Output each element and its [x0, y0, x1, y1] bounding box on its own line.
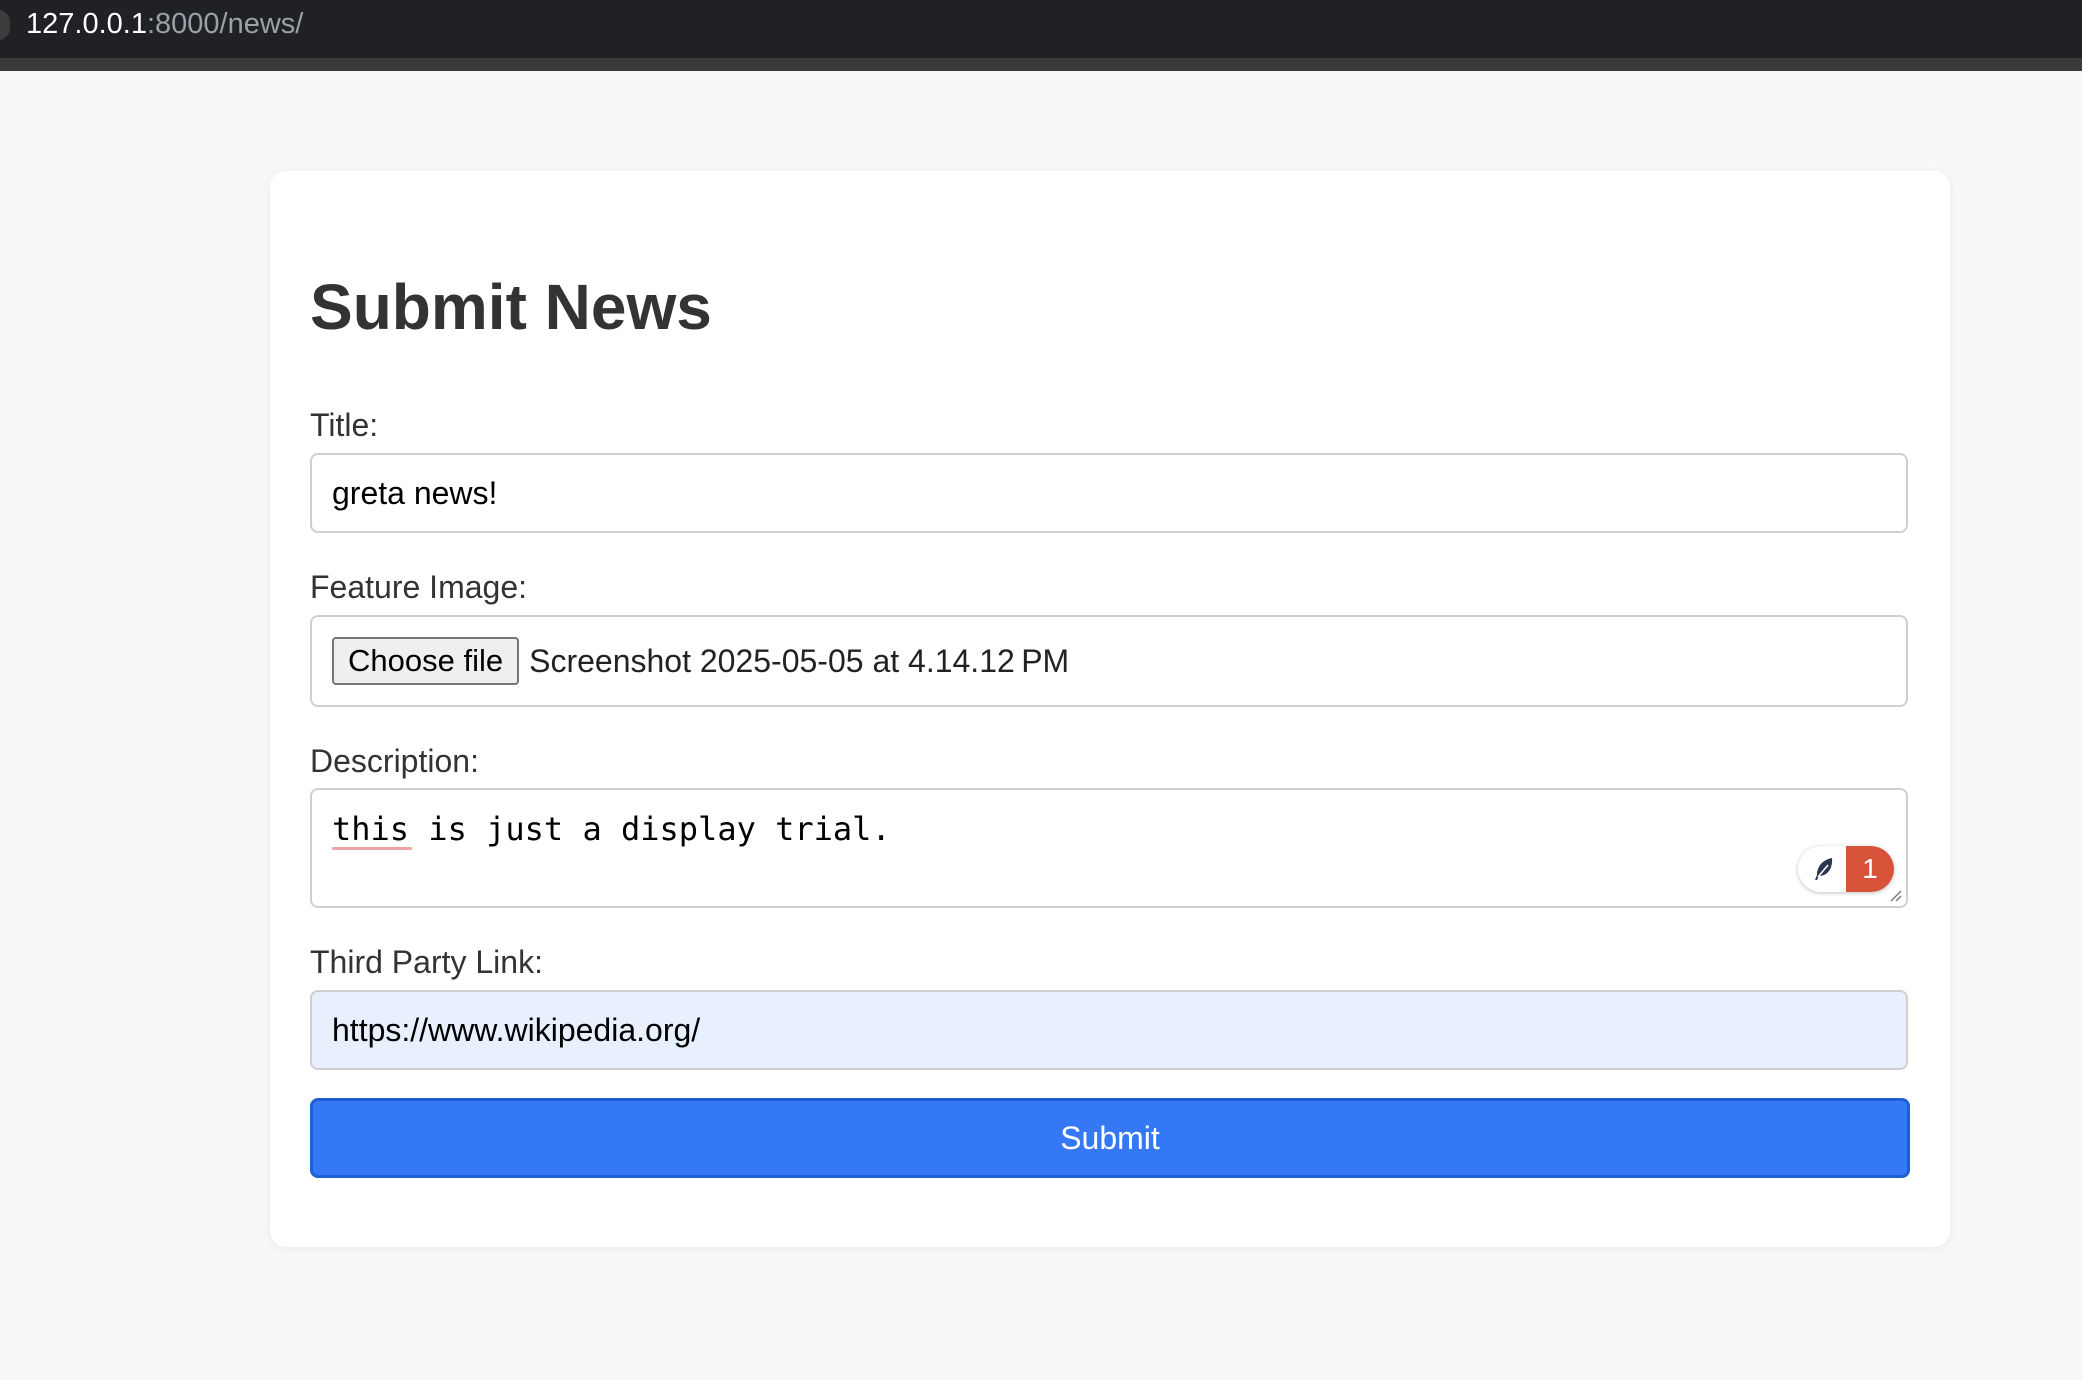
- description-label: Description:: [310, 743, 479, 779]
- url-host: 127.0.0.1: [26, 8, 147, 40]
- third-party-link-input[interactable]: [310, 990, 1908, 1070]
- feather-icon: [1815, 858, 1833, 880]
- browser-toolbar: 127.0.0.1:8000/news/: [0, 0, 2082, 71]
- title-input[interactable]: [310, 453, 1908, 533]
- description-text: this is just a display trial.: [332, 810, 891, 848]
- resize-grip-icon[interactable]: [1888, 888, 1902, 902]
- spellcheck-underline: [332, 847, 412, 850]
- title-label: Title:: [310, 407, 379, 443]
- url-path: :8000/news/: [146, 8, 304, 40]
- page-title: Submit News: [310, 271, 712, 343]
- submit-button[interactable]: Submit: [310, 1098, 1910, 1178]
- grammar-issue-count: 1: [1846, 846, 1894, 892]
- toolbar-divider: [0, 58, 2082, 71]
- omnibox-edge: [0, 10, 10, 40]
- news-form-card: Submit News Title: Feature Image: Choose…: [270, 171, 1950, 1247]
- third-party-link-label: Third Party Link:: [310, 944, 543, 980]
- feature-image-label: Feature Image:: [310, 569, 527, 605]
- chosen-file-name: Screenshot 2025-05-05 at 4.14.12 PM: [529, 642, 1070, 679]
- grammar-checker-badge[interactable]: 1: [1798, 846, 1894, 892]
- feature-image-field[interactable]: Choose file Screenshot 2025-05-05 at 4.1…: [310, 615, 1908, 707]
- address-bar[interactable]: 127.0.0.1:8000/news/: [26, 6, 303, 42]
- description-textarea[interactable]: this is just a display trial. 1: [310, 788, 1908, 908]
- choose-file-button[interactable]: Choose file: [332, 637, 520, 685]
